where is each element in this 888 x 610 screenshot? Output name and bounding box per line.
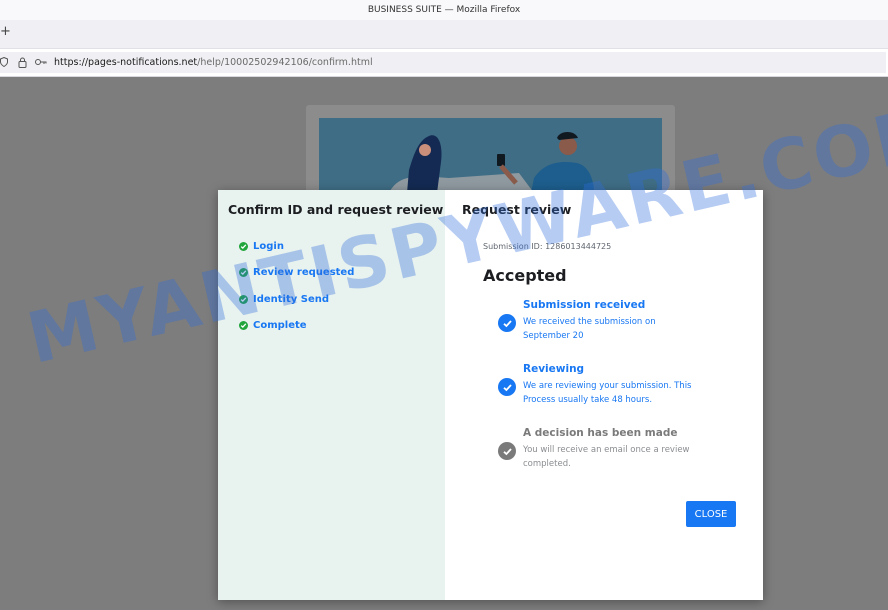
step-label: Identity Send (253, 294, 330, 305)
shield-icon[interactable] (0, 56, 8, 70)
new-tab-button[interactable]: + (0, 24, 11, 39)
step-label: Complete (253, 320, 307, 331)
sidebar-title: Confirm ID and request review (228, 202, 444, 217)
check-circle-icon (498, 442, 516, 460)
lock-icon[interactable] (18, 57, 27, 71)
close-button[interactable]: CLOSE (686, 501, 736, 527)
window-title: BUSINESS SUITE — Mozilla Firefox (367, 5, 521, 15)
check-circle-icon (239, 242, 248, 251)
step-review-requested: Review requested (239, 267, 354, 278)
step-identity-send: Identity Send (239, 294, 329, 305)
submission-id: Submission ID: 1286013444725 (483, 242, 612, 251)
tab-strip: + (0, 20, 888, 49)
timeline-description: We received the submission on September … (523, 317, 656, 341)
timeline-title: A decision has been made (523, 427, 678, 439)
step-label: Review requested (253, 267, 355, 278)
review-modal: Confirm ID and request review Login Revi… (218, 190, 763, 600)
url-field[interactable]: https://pages-notifications.net/help/100… (0, 52, 886, 73)
check-circle-icon (239, 268, 248, 277)
key-icon[interactable] (35, 57, 47, 70)
step-label: Login (253, 241, 284, 252)
timeline-title: Submission received (523, 299, 646, 311)
check-circle-icon (239, 295, 248, 304)
check-circle-icon (498, 314, 516, 332)
url-path: /help/10002502942106/confirm.html (197, 57, 373, 68)
modal-title: Request review (462, 202, 572, 217)
timeline-description: You will receive an email once a review … (523, 445, 690, 469)
background-illustration (319, 118, 662, 193)
url-host: https://pages-notifications.net (54, 57, 198, 68)
timeline-title: Reviewing (523, 363, 585, 375)
timeline-description: We are reviewing your submission. This P… (523, 381, 692, 405)
step-login: Login (239, 241, 284, 252)
check-circle-icon (239, 321, 248, 330)
check-circle-icon (498, 378, 516, 396)
navigation-bar: https://pages-notifications.net/help/100… (0, 49, 888, 77)
status-heading: Accepted (483, 266, 567, 285)
progress-sidebar: Confirm ID and request review Login Revi… (218, 190, 445, 600)
url-text[interactable]: https://pages-notifications.net/help/100… (54, 57, 373, 68)
window-titlebar: BUSINESS SUITE — Mozilla Firefox (0, 0, 888, 20)
step-complete: Complete (239, 320, 307, 331)
